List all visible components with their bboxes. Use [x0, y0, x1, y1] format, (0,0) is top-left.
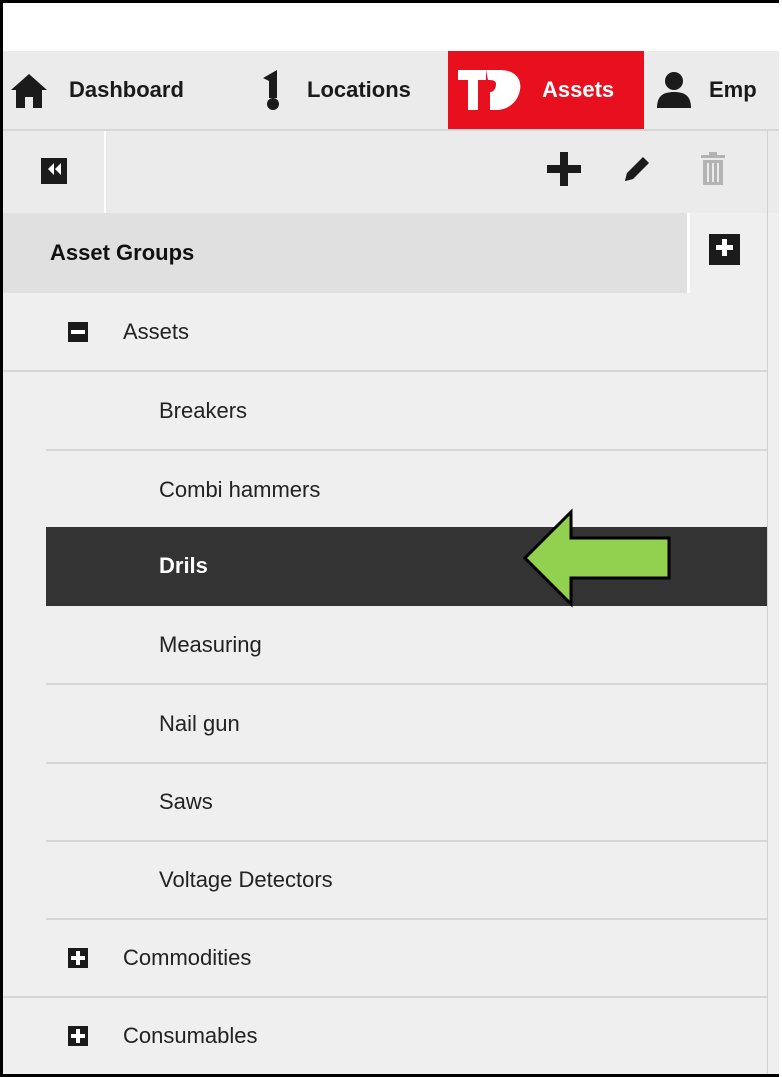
tree-item-label: Saws — [159, 788, 213, 814]
person-icon — [655, 70, 693, 110]
minus-square-icon[interactable] — [68, 321, 88, 342]
nav-label-locations: Locations — [307, 77, 411, 102]
plus-square-icon — [715, 238, 734, 262]
tree-item-label: Voltage Detectors — [159, 866, 333, 892]
tree-item-label: Nail gun — [159, 710, 240, 736]
asset-groups-title: Asset Groups — [50, 240, 195, 265]
add-button[interactable] — [544, 151, 584, 191]
home-icon — [9, 70, 49, 110]
tree-item-label: Measuring — [159, 631, 262, 657]
double-chevron-left-icon — [46, 162, 62, 180]
tree-item-label: Drils — [159, 552, 208, 578]
tree-item-label: Combi hammers — [159, 476, 321, 502]
nav-label-assets: Assets — [542, 77, 615, 102]
nav-label-employees: Emp — [709, 77, 757, 102]
tree-group-label: Consumables — [123, 1022, 258, 1048]
plus-icon — [546, 151, 582, 192]
tree-item-label: Breakers — [159, 397, 248, 423]
tree-item-nail-gun[interactable]: Nail gun — [46, 685, 768, 764]
tree-item-breakers[interactable]: Breakers — [46, 372, 768, 451]
plus-square-icon[interactable] — [68, 947, 88, 968]
tree-group-commodities[interactable]: Commodities — [3, 919, 768, 998]
header-divider — [687, 213, 690, 293]
collapse-panel-button[interactable] — [41, 158, 67, 184]
toolbar — [3, 131, 779, 214]
green-arrow-icon — [522, 508, 671, 608]
location-pin-icon — [259, 68, 287, 112]
add-group-button[interactable] — [709, 234, 740, 265]
tree-group-consumables[interactable]: Consumables — [3, 997, 768, 1074]
collapse-cell — [3, 131, 106, 213]
delete-button[interactable] — [693, 151, 733, 191]
panel-right-border — [767, 131, 768, 1074]
plus-square-icon[interactable] — [68, 1025, 88, 1046]
assets-logo-icon — [456, 64, 524, 116]
nav-label-dashboard: Dashboard — [69, 77, 184, 102]
pencil-icon — [621, 153, 653, 190]
asset-groups-header: Asset Groups — [3, 213, 687, 293]
tree-group-assets[interactable]: Assets — [3, 293, 768, 372]
tree-item-saws[interactable]: Saws — [46, 763, 768, 842]
tree-item-voltage-detectors[interactable]: Voltage Detectors — [46, 841, 768, 920]
nav-item-dashboard[interactable]: Dashboard — [9, 51, 184, 129]
tree-group-label: Commodities — [123, 944, 252, 970]
app-frame: Dashboard Locations Assets Emp Asset Gro… — [0, 0, 779, 1077]
nav-item-locations[interactable]: Locations — [259, 51, 411, 129]
edit-button[interactable] — [617, 151, 657, 191]
tree-item-measuring[interactable]: Measuring — [46, 606, 768, 685]
nav-item-assets[interactable]: Assets — [448, 51, 644, 129]
trash-icon — [699, 151, 727, 192]
top-nav: Dashboard Locations Assets Emp — [3, 51, 779, 131]
nav-item-employees[interactable]: Emp — [655, 51, 757, 129]
tree-group-label: Assets — [123, 318, 190, 344]
